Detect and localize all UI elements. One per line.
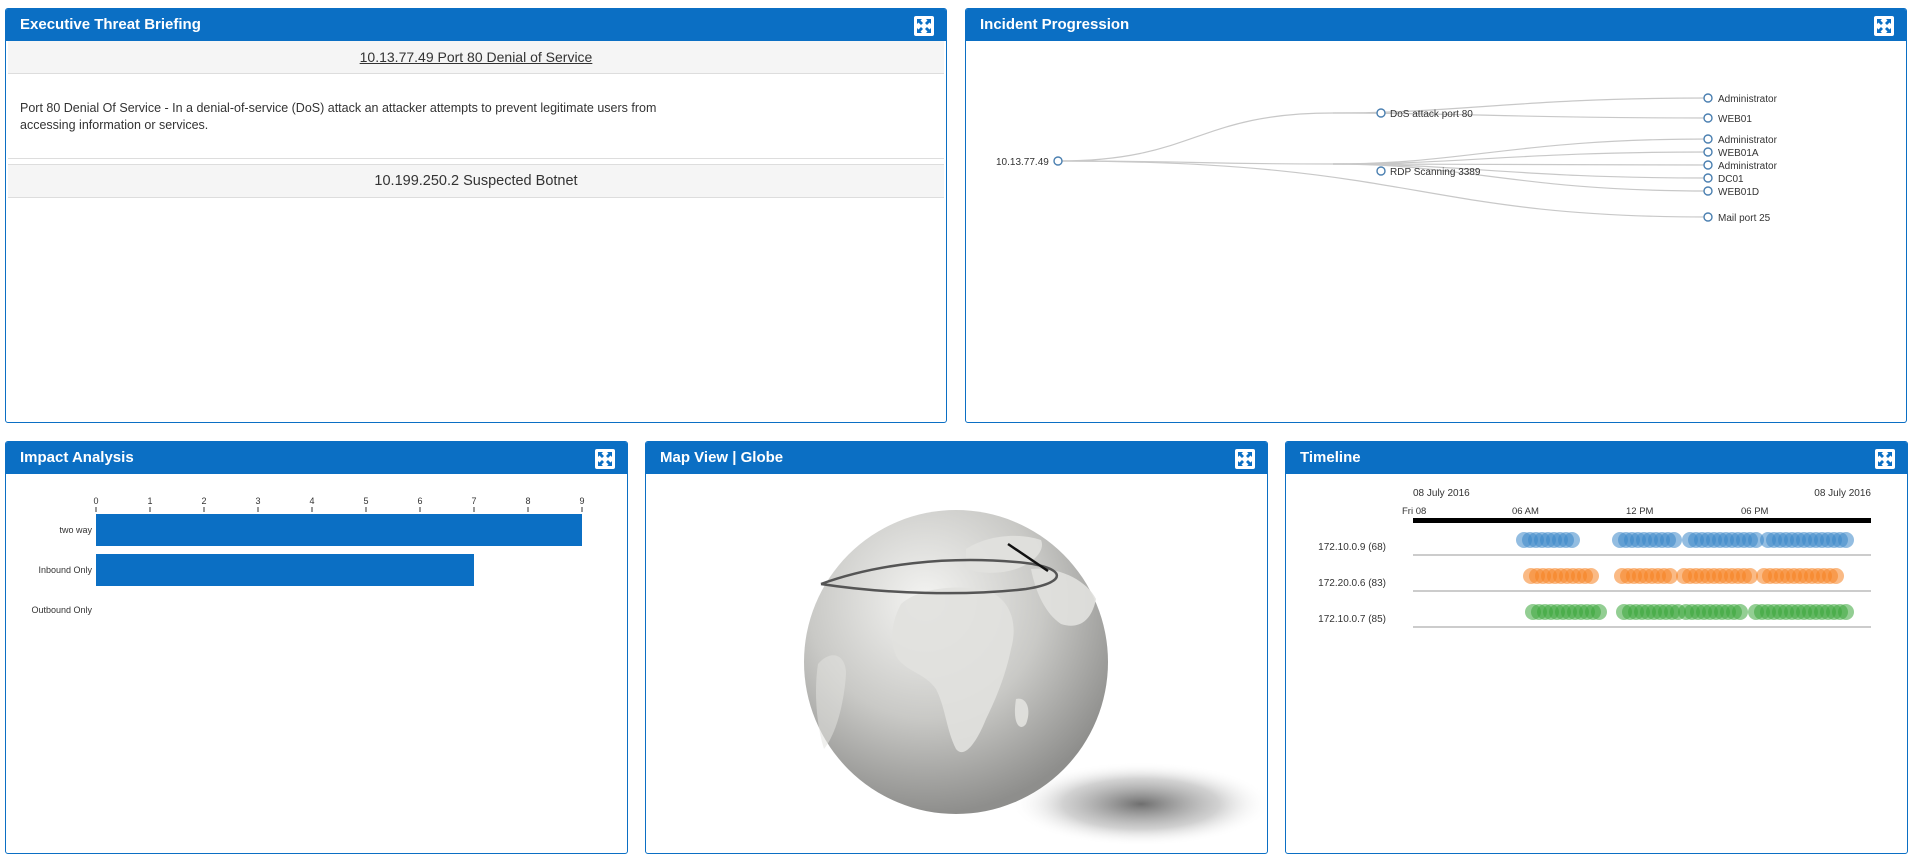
x-tick-label: 6 bbox=[417, 496, 422, 506]
node-web01d[interactable] bbox=[1703, 186, 1713, 196]
impact-bar-chart: 0 1 2 3 4 5 6 7 8 9 two way Inbound Only Outbound On… bbox=[31, 496, 584, 615]
panel-header: Executive Threat Briefing bbox=[6, 9, 946, 41]
timeline-event[interactable] bbox=[1838, 604, 1854, 620]
timeline-panel: Timeline 08 July 2016 08 July 2016 Fri 0… bbox=[1285, 441, 1908, 854]
node-label-rdp: RDP Scanning 3389 bbox=[1390, 167, 1481, 178]
x-tick-label: 9 bbox=[579, 496, 584, 506]
timeline-event[interactable] bbox=[1838, 532, 1854, 548]
timeline-tick: Fri 08 bbox=[1402, 506, 1426, 517]
timeline-row-label: 172.20.0.6 (83) bbox=[1318, 578, 1386, 589]
panel-title: Timeline bbox=[1300, 449, 1361, 466]
node-root[interactable] bbox=[1053, 156, 1063, 166]
timeline-start-date: 08 July 2016 bbox=[1413, 488, 1470, 499]
timeline-event[interactable] bbox=[1583, 568, 1599, 584]
panel-title: Map View | Globe bbox=[660, 449, 784, 466]
timeline-tick: 06 PM bbox=[1741, 506, 1769, 517]
category-label: Inbound Only bbox=[38, 565, 92, 575]
panel-header: Timeline bbox=[1286, 442, 1907, 474]
node-admin2[interactable] bbox=[1703, 134, 1713, 144]
expand-icon bbox=[917, 19, 931, 33]
panel-title: Executive Threat Briefing bbox=[20, 16, 201, 33]
incident-link-dos[interactable]: 10.13.77.49 Port 80 Denial of Service bbox=[8, 41, 944, 74]
node-dos[interactable] bbox=[1376, 108, 1386, 118]
timeline-tick: 06 AM bbox=[1512, 506, 1539, 517]
incident-progression-panel: Incident Progression 10.13.77.49 DoS att… bbox=[965, 8, 1907, 423]
x-tick-label: 0 bbox=[93, 496, 98, 506]
node-label-web01: WEB01 bbox=[1718, 114, 1752, 125]
node-mail[interactable] bbox=[1703, 212, 1713, 222]
node-label-dos: DoS attack port 80 bbox=[1390, 109, 1473, 120]
x-tick-label: 4 bbox=[309, 496, 314, 506]
timeline-tick: 12 PM bbox=[1626, 506, 1654, 517]
x-tick-label: 3 bbox=[255, 496, 260, 506]
node-admin1[interactable] bbox=[1703, 93, 1713, 103]
node-web01[interactable] bbox=[1703, 113, 1713, 123]
panel-header: Map View | Globe bbox=[646, 442, 1267, 474]
x-tick-label: 8 bbox=[525, 496, 530, 506]
panel-title: Incident Progression bbox=[980, 16, 1130, 33]
timeline-chart: 08 July 2016 08 July 2016 Fri 08 06 AM 1… bbox=[1318, 488, 1871, 628]
x-tick-label: 1 bbox=[147, 496, 152, 506]
node-admin3[interactable] bbox=[1703, 160, 1713, 170]
node-label-dc01: DC01 bbox=[1718, 174, 1744, 185]
node-dc01[interactable] bbox=[1703, 173, 1713, 183]
expand-icon bbox=[1877, 19, 1891, 33]
category-label: two way bbox=[59, 525, 92, 535]
expand-icon bbox=[1878, 452, 1892, 466]
expand-button[interactable] bbox=[1875, 449, 1895, 469]
node-label-admin2: Administrator bbox=[1718, 135, 1778, 146]
expand-button[interactable] bbox=[595, 449, 615, 469]
timeline-end-date: 08 July 2016 bbox=[1814, 488, 1871, 499]
node-label-mail: Mail port 25 bbox=[1718, 213, 1771, 224]
node-web01a[interactable] bbox=[1703, 147, 1713, 157]
impact-analysis-panel: Impact Analysis 0 1 2 3 4 5 6 7 8 9 two way Inbound… bbox=[5, 441, 628, 854]
timeline-event[interactable] bbox=[1732, 604, 1748, 620]
expand-icon bbox=[598, 452, 612, 466]
node-rdp[interactable] bbox=[1376, 166, 1386, 176]
x-tick-label: 7 bbox=[471, 496, 476, 506]
panel-title: Impact Analysis bbox=[20, 449, 134, 466]
incident-description: Port 80 Denial Of Service - In a denial-… bbox=[20, 101, 657, 132]
expand-icon bbox=[1238, 452, 1252, 466]
timeline-event[interactable] bbox=[1742, 568, 1758, 584]
x-tick-label: 2 bbox=[201, 496, 206, 506]
bar[interactable] bbox=[96, 554, 474, 586]
timeline-event[interactable] bbox=[1591, 604, 1607, 620]
timeline-events bbox=[1516, 532, 1854, 620]
expand-button[interactable] bbox=[1874, 16, 1894, 36]
timeline-event[interactable] bbox=[1662, 568, 1678, 584]
timeline-axis-bar[interactable] bbox=[1413, 518, 1871, 523]
node-label-root: 10.13.77.49 bbox=[996, 157, 1049, 168]
timeline-event[interactable] bbox=[1564, 532, 1580, 548]
timeline-row-label: 172.10.0.9 (68) bbox=[1318, 542, 1386, 553]
x-tick-label: 5 bbox=[363, 496, 368, 506]
map-view-panel: Map View | Globe bbox=[645, 441, 1268, 854]
globe-view[interactable] bbox=[646, 474, 1266, 852]
node-label-web01d: WEB01D bbox=[1718, 187, 1759, 198]
timeline-row-label: 172.10.0.7 (85) bbox=[1318, 614, 1386, 625]
node-label-web01a: WEB01A bbox=[1718, 148, 1759, 159]
timeline-event[interactable] bbox=[1666, 532, 1682, 548]
timeline-event[interactable] bbox=[1828, 568, 1844, 584]
executive-threat-briefing-panel: Executive Threat Briefing 10.13.77.49 Po… bbox=[5, 8, 947, 423]
node-label-admin1: Administrator bbox=[1718, 94, 1778, 105]
progression-tree: 10.13.77.49 DoS attack port 80 RDP Scann… bbox=[996, 93, 1778, 224]
expand-button[interactable] bbox=[1235, 449, 1255, 469]
panel-header: Incident Progression bbox=[966, 9, 1906, 41]
panel-header: Impact Analysis bbox=[6, 442, 627, 474]
expand-button[interactable] bbox=[914, 16, 934, 36]
category-label: Outbound Only bbox=[31, 605, 92, 615]
incident-item-botnet[interactable]: 10.199.250.2 Suspected Botnet bbox=[8, 164, 944, 198]
bar[interactable] bbox=[96, 514, 582, 546]
node-label-admin3: Administrator bbox=[1718, 161, 1778, 172]
